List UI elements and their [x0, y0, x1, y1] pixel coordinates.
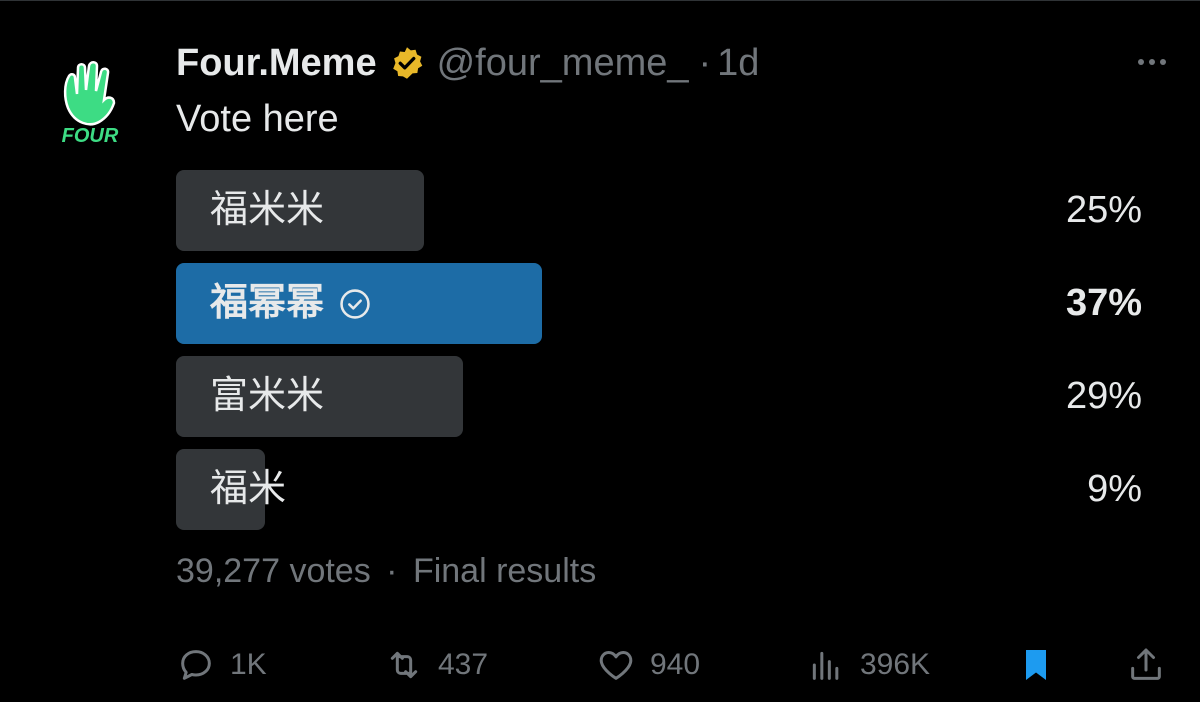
top-divider — [0, 0, 1200, 1]
poll-option-label: 福米 — [210, 468, 287, 510]
poll-status: Final results — [412, 552, 597, 590]
more-options-icon[interactable] — [1132, 42, 1172, 82]
like-count: 940 — [650, 648, 701, 681]
poll-summary: 39,277 votes · Final results — [176, 552, 597, 590]
post-time[interactable]: 1d — [717, 42, 759, 85]
reply-icon — [181, 650, 211, 680]
author-name[interactable]: Four.Meme — [176, 42, 377, 85]
reply-count: 1K — [230, 648, 267, 681]
poll-option: 富米米 29% — [176, 356, 1142, 437]
bookmark-icon — [1026, 650, 1046, 680]
post-text: Vote here — [176, 98, 339, 140]
poll: 福米米 25% 福幂幂 37% 富米米 29% 福米 9% — [176, 170, 1142, 542]
views-chart-icon — [812, 651, 839, 680]
poll-option-percent: 29% — [1065, 375, 1142, 417]
share-button[interactable] — [1126, 640, 1166, 690]
avatar[interactable]: FOUR — [44, 56, 136, 148]
vote-count: 39,277 votes — [176, 552, 371, 590]
poll-option-winner: 福幂幂 37% — [176, 263, 1142, 344]
like-button[interactable]: 940 — [596, 640, 700, 690]
post-header: Four.Meme @four_meme_ · 1d — [176, 38, 759, 88]
bookmark-button[interactable] — [1016, 640, 1056, 690]
check-circle-icon — [340, 288, 370, 319]
reply-button[interactable]: 1K — [176, 640, 267, 690]
svg-text:FOUR: FOUR — [62, 125, 119, 147]
poll-option: 福米 9% — [176, 449, 1142, 530]
action-bar: 1K 437 940 396K — [176, 640, 1166, 690]
views-button[interactable]: 396K — [806, 640, 930, 690]
poll-option-percent: 9% — [1087, 468, 1142, 510]
author-handle[interactable]: @four_meme_ — [437, 42, 689, 85]
heart-icon — [599, 651, 633, 680]
poll-option-percent: 25% — [1065, 189, 1142, 231]
separator-dot: · — [698, 41, 712, 84]
poll-option-label: 福幂幂 — [210, 263, 372, 344]
poll-option-label: 富米米 — [210, 375, 325, 417]
poll-option: 福米米 25% — [176, 170, 1142, 251]
repost-count: 437 — [438, 648, 489, 681]
poll-option-percent: 37% — [1065, 282, 1142, 324]
repost-icon — [390, 651, 418, 679]
share-icon — [1131, 648, 1161, 680]
verified-badge-icon[interactable] — [389, 45, 425, 81]
views-count: 396K — [860, 648, 931, 681]
four-logo-icon: FOUR — [62, 61, 119, 147]
poll-option-label: 福米米 — [210, 189, 325, 231]
repost-button[interactable]: 437 — [384, 640, 488, 690]
